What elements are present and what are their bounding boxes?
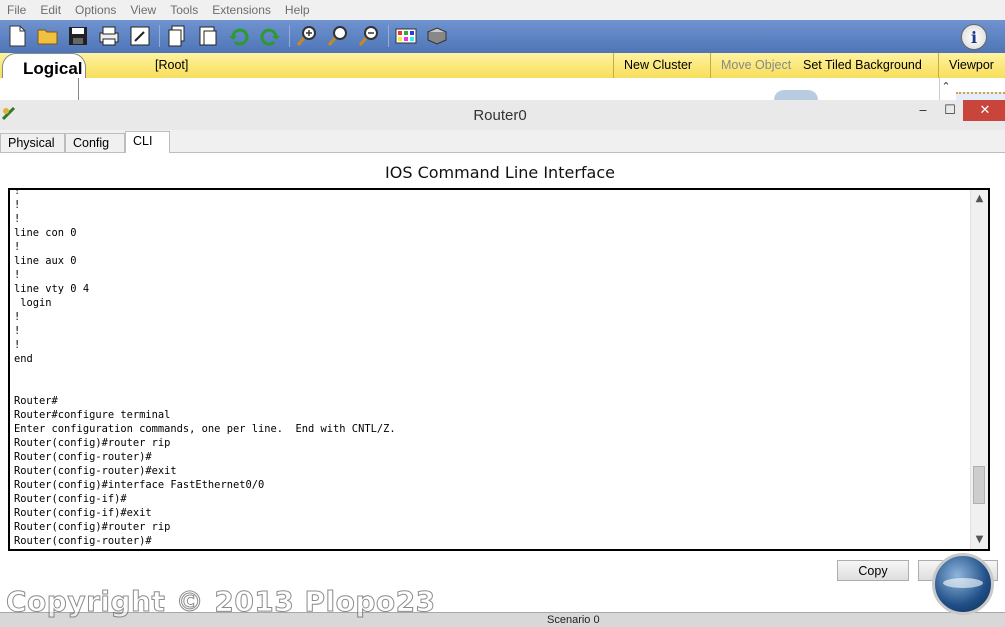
minimize-button[interactable]: ‒ xyxy=(908,100,938,121)
cli-terminal[interactable]: ! ! ! line con 0 ! line aux 0 ! line vty… xyxy=(8,188,990,551)
move-object-button[interactable]: Move Object xyxy=(710,53,801,78)
new-cluster-button[interactable]: New Cluster xyxy=(613,53,702,78)
router-window: Router0 ‒ ☐ ✕ Physical Config CLI IOS Co… xyxy=(0,100,1005,612)
logical-label: Logical xyxy=(23,59,83,78)
custom-device-icon[interactable] xyxy=(424,23,450,49)
device-tabs: Physical Config CLI xyxy=(0,130,1005,153)
scrollbar-thumb[interactable] xyxy=(973,466,985,505)
zoom-in-icon[interactable] xyxy=(294,23,320,49)
tab-physical[interactable]: Physical xyxy=(0,133,65,152)
set-tiled-background-button[interactable]: Set Tiled Background xyxy=(793,53,932,78)
menu-help[interactable]: Help xyxy=(278,3,317,17)
redo-icon[interactable] xyxy=(257,23,283,49)
copy-icon[interactable] xyxy=(164,23,190,49)
menu-extensions[interactable]: Extensions xyxy=(205,3,278,17)
zoom-out-icon[interactable] xyxy=(356,23,382,49)
realtime-globe-icon[interactable] xyxy=(932,553,994,615)
print-icon[interactable] xyxy=(96,23,122,49)
menu-bar: File Edit Options View Tools Extensions … xyxy=(0,0,1005,20)
menu-view[interactable]: View xyxy=(123,3,163,17)
tab-cli[interactable]: CLI xyxy=(125,131,170,153)
open-folder-icon[interactable] xyxy=(35,23,61,49)
window-title: Router0 xyxy=(473,107,527,124)
scroll-up-icon[interactable]: ⌃ xyxy=(939,80,953,98)
palette-icon[interactable] xyxy=(393,23,419,49)
maximize-button[interactable]: ☐ xyxy=(935,100,965,121)
new-file-icon[interactable] xyxy=(4,23,30,49)
menu-tools[interactable]: Tools xyxy=(163,3,205,17)
cli-pane: IOS Command Line Interface ! ! ! line co… xyxy=(0,153,1005,612)
activity-wizard-icon[interactable] xyxy=(127,23,153,49)
workspace-canvas[interactable]: ⌃ xyxy=(0,78,1005,102)
viewport-button[interactable]: Viewpor xyxy=(938,53,1004,78)
root-breadcrumb[interactable]: [Root] xyxy=(145,53,198,78)
scenario-select[interactable]: Scenario 0 xyxy=(547,614,600,626)
logical-workspace-bar: Logical [Root] New Cluster Move Object S… xyxy=(0,53,1005,94)
copy-button[interactable]: Copy xyxy=(837,560,909,581)
tab-config[interactable]: Config xyxy=(65,133,125,152)
menu-options[interactable]: Options xyxy=(68,3,123,17)
scroll-up-arrow-icon[interactable]: ▲ xyxy=(971,192,988,206)
window-titlebar[interactable]: Router0 ‒ ☐ ✕ xyxy=(0,100,1005,130)
terminal-scrollbar[interactable]: ▲ ▼ xyxy=(970,190,988,549)
terminal-output[interactable]: ! ! ! line con 0 ! line aux 0 ! line vty… xyxy=(14,190,964,548)
cli-heading: IOS Command Line Interface xyxy=(385,163,615,182)
close-button[interactable]: ✕ xyxy=(963,100,1005,121)
zoom-reset-icon[interactable] xyxy=(325,23,351,49)
paste-icon[interactable] xyxy=(195,23,221,49)
menu-edit[interactable]: Edit xyxy=(33,3,68,17)
save-icon[interactable] xyxy=(65,23,91,49)
copyright-watermark: Copyright © 2013 Plopo23 xyxy=(6,585,436,619)
scroll-down-arrow-icon[interactable]: ▼ xyxy=(971,533,988,547)
undo-icon[interactable] xyxy=(226,23,252,49)
menu-file[interactable]: File xyxy=(0,3,33,17)
main-toolbar: i xyxy=(0,20,1005,54)
info-icon[interactable]: i xyxy=(961,24,987,50)
